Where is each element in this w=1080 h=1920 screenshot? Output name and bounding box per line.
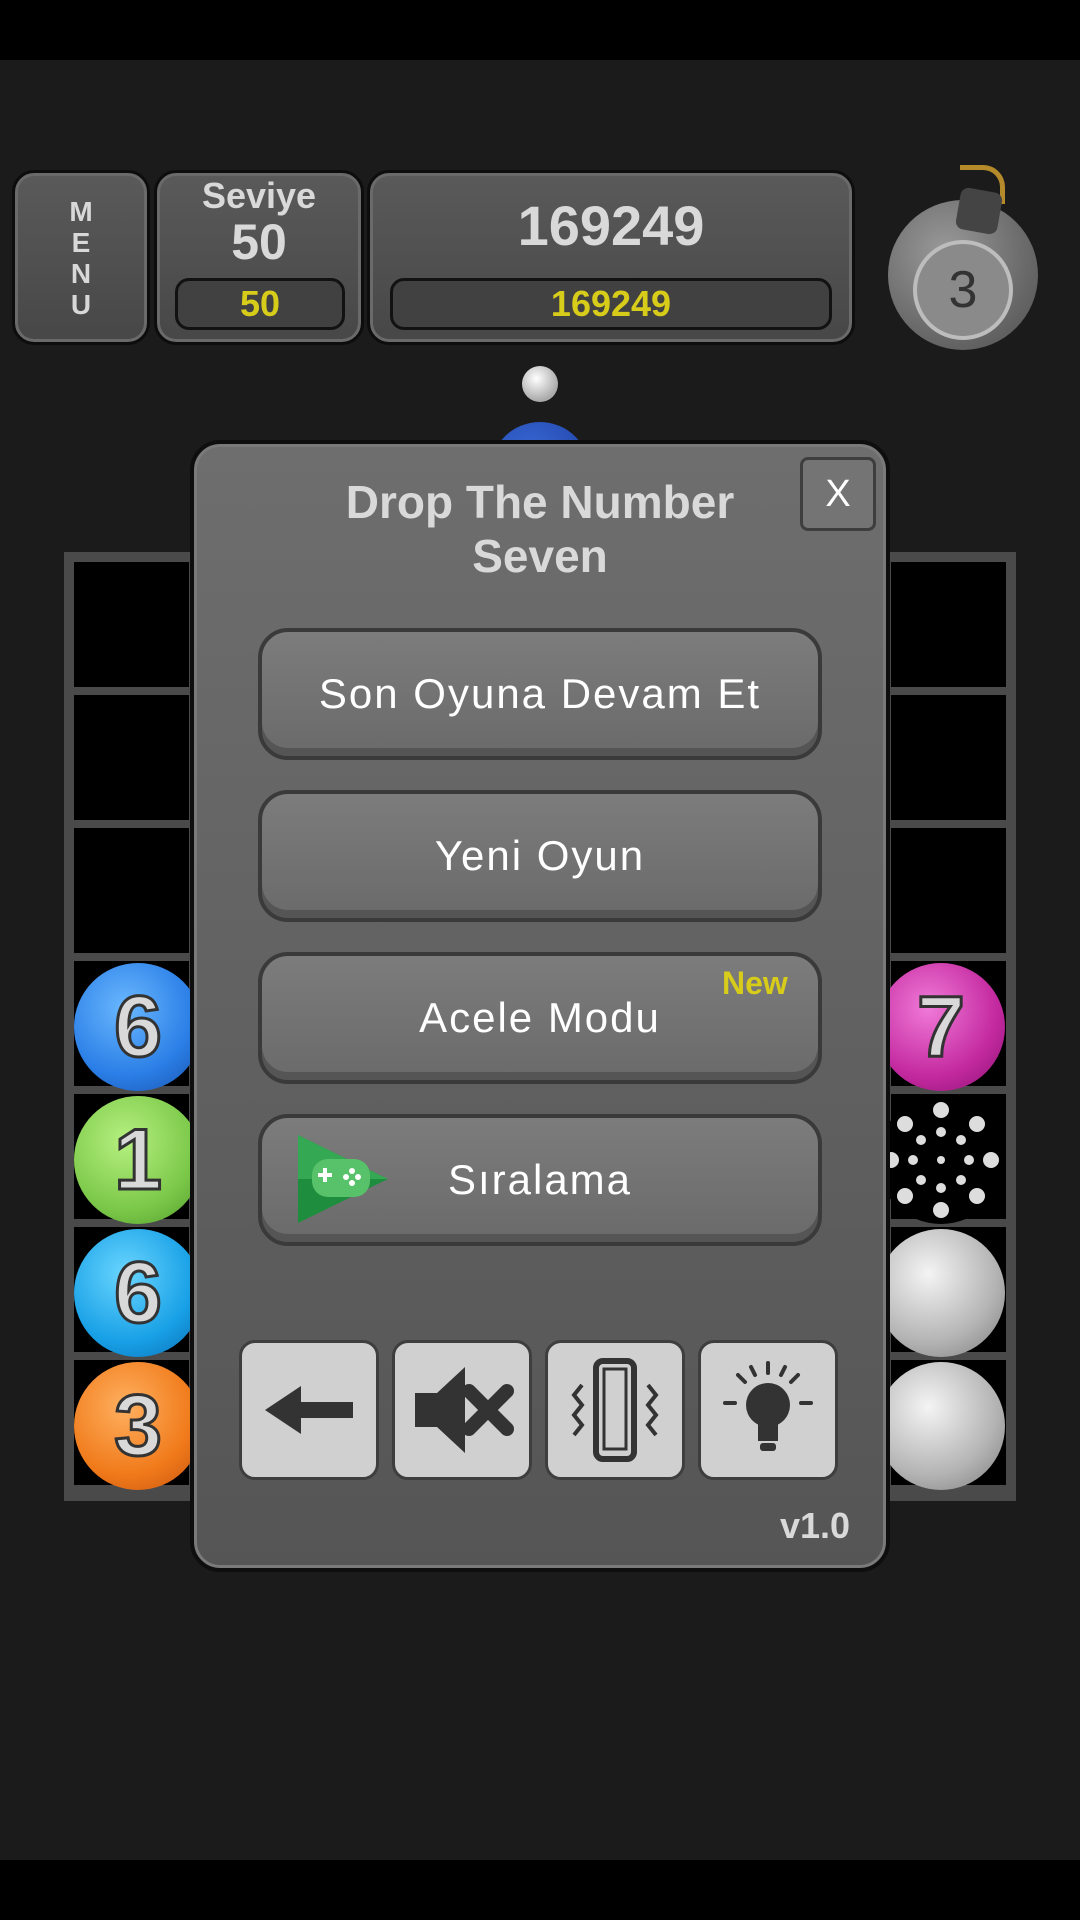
back-arrow-icon [265, 1386, 353, 1434]
score-panel: 169249 169249 [367, 170, 855, 345]
board-cell [891, 695, 1006, 820]
vibration-toggle-button[interactable] [545, 1340, 685, 1480]
vibration-icon [571, 1358, 659, 1462]
back-button[interactable] [239, 1340, 379, 1480]
new-badge: New [722, 965, 788, 1001]
dialog-title: Drop The Number Seven [345, 476, 735, 582]
number-ball: 6 [74, 1229, 202, 1357]
level-best: 50 [175, 278, 345, 330]
version-label: v1.0 [780, 1505, 851, 1546]
board-cell [74, 695, 189, 820]
sound-muted-icon [415, 1367, 514, 1453]
score-value: 169249 [517, 194, 705, 257]
board-cell [891, 828, 1006, 953]
drop-indicator [522, 366, 558, 402]
number-ball: 1 [74, 1096, 202, 1224]
grey-ball [877, 1229, 1005, 1357]
high-score: 169249 [390, 278, 832, 330]
number-ball: 7 [877, 963, 1005, 1091]
menu-button[interactable]: M E N U [12, 170, 150, 345]
hint-button[interactable] [698, 1340, 838, 1480]
board-cell [74, 562, 189, 687]
new-game-button[interactable]: Yeni Oyun [258, 790, 822, 922]
hint-lightbulb-icon [723, 1361, 813, 1451]
number-ball: 6 [74, 963, 202, 1091]
status-bar [0, 0, 1080, 60]
new-game-label: Yeni Oyun [434, 832, 646, 879]
sparkle-icon [883, 1102, 999, 1218]
number-ball: 3 [74, 1362, 202, 1490]
navigation-bar [0, 1860, 1080, 1920]
grey-ball [877, 1362, 1005, 1490]
bomb-count: 3 [913, 240, 1013, 340]
bomb-cap [954, 186, 1004, 236]
sparkle-ball [877, 1096, 1005, 1224]
close-button[interactable]: X [800, 457, 876, 531]
leaderboard-label: Sıralama [447, 1156, 633, 1203]
level-value: 50 [231, 214, 287, 270]
continue-game-label: Son Oyuna Devam Et [318, 670, 762, 717]
level-label: Seviye [201, 175, 317, 216]
menu-label: M E N U [69, 195, 93, 320]
board-cell [74, 828, 189, 953]
board-cell [891, 562, 1006, 687]
rush-mode-label: Acele Modu [419, 994, 661, 1041]
continue-game-button[interactable]: Son Oyuna Devam Et [258, 628, 822, 760]
level-panel: Seviye 50 50 [154, 170, 364, 345]
play-games-icon [298, 1135, 388, 1223]
sound-toggle-button[interactable] [392, 1340, 532, 1480]
